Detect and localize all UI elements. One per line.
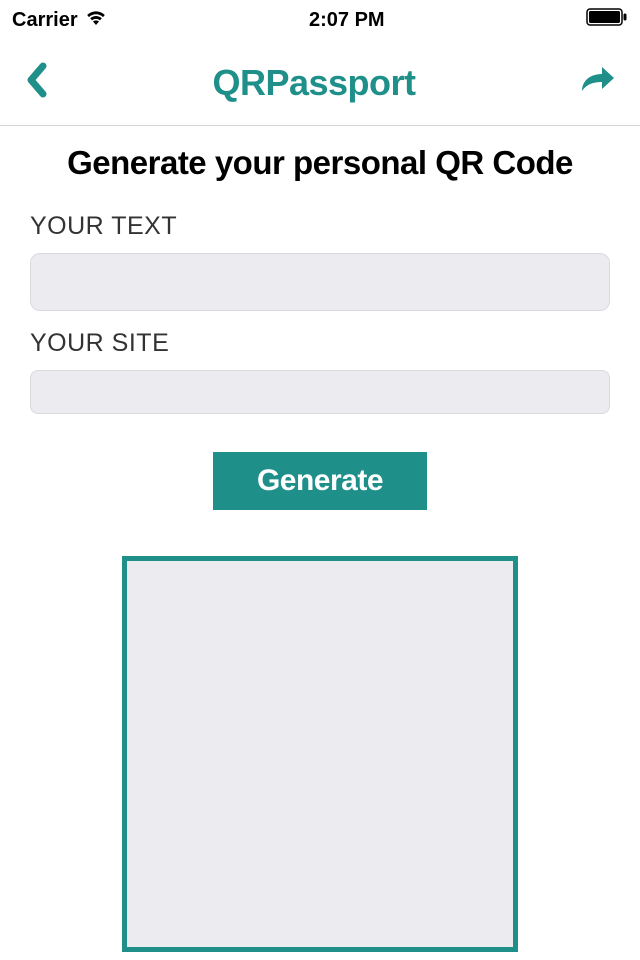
status-bar: Carrier 2:07 PM <box>0 0 640 40</box>
share-icon <box>580 82 616 99</box>
qr-preview <box>122 556 518 952</box>
page-title: QRPassport <box>212 62 415 104</box>
qr-wrap <box>30 556 610 957</box>
text-input[interactable] <box>30 253 610 311</box>
carrier-label: Carrier <box>12 9 78 32</box>
text-label: YOUR TEXT <box>30 212 610 241</box>
chevron-left-icon <box>24 85 48 102</box>
content: Generate your personal QR Code YOUR TEXT… <box>0 126 640 957</box>
generate-wrap: Generate <box>30 452 610 510</box>
wifi-icon <box>84 8 108 32</box>
site-input[interactable] <box>30 370 610 414</box>
site-label: YOUR SITE <box>30 329 610 358</box>
status-time: 2:07 PM <box>309 9 385 32</box>
generate-button[interactable]: Generate <box>213 452 427 510</box>
status-left: Carrier <box>12 8 108 32</box>
status-right <box>586 8 628 32</box>
back-button[interactable] <box>24 62 48 103</box>
share-button[interactable] <box>580 65 616 100</box>
nav-bar: QRPassport <box>0 40 640 126</box>
heading: Generate your personal QR Code <box>30 144 610 182</box>
battery-icon <box>586 8 628 32</box>
